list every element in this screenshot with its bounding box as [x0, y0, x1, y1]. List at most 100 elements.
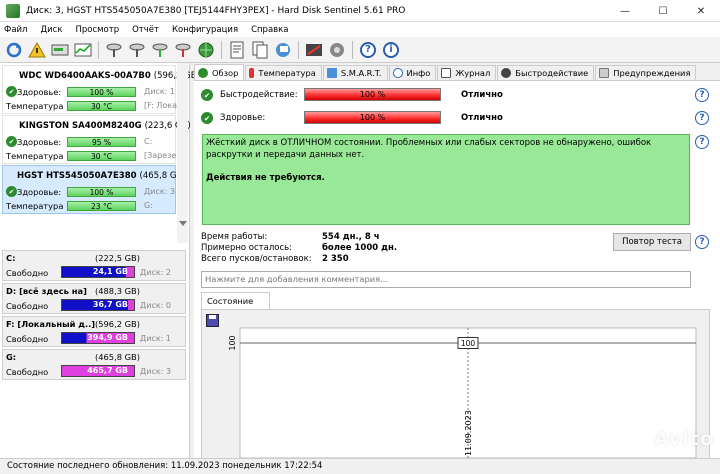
- partition-item[interactable]: G: (465,8 GB) Свободно 465,7 GB Диск: 3: [2, 349, 186, 380]
- tab-performance[interactable]: Быстродействие: [497, 65, 595, 80]
- partition-letter: F: [Локальный д..]: [6, 319, 96, 329]
- menu-disk[interactable]: Диск: [40, 25, 62, 35]
- menu-file[interactable]: Файл: [4, 25, 27, 35]
- partition-item[interactable]: C: (222,5 GB) Свободно 24,1 GB Диск: 2: [2, 250, 186, 281]
- performance-status: Отлично: [461, 90, 503, 100]
- data-point-label: 100: [461, 339, 476, 348]
- disk-info-button[interactable]: [50, 40, 70, 60]
- health-label: Здоровье:: [17, 187, 62, 197]
- menu-configuration[interactable]: Конфигурация: [172, 25, 238, 35]
- partition-disk: Диск: 0: [140, 301, 172, 310]
- tab-overview[interactable]: Обзор: [194, 64, 245, 80]
- menu-report[interactable]: Отчёт: [132, 25, 159, 35]
- partition-size: (488,3 GB): [95, 286, 140, 296]
- temperature-label: Температура: [6, 151, 64, 161]
- toolbar-separator: [221, 40, 222, 59]
- info-icon: [392, 68, 403, 78]
- disk-list-panel: WDC WD6400AAKS-00A7B0 (596,2 GB) ✔ Здоро…: [0, 63, 200, 458]
- report-icon: [230, 41, 244, 58]
- comment-input[interactable]: Нажмите для добавления комментария...: [201, 271, 691, 288]
- maximize-button[interactable]: ☐: [644, 0, 682, 22]
- partition-size: (596,2 GB): [95, 319, 140, 329]
- menu-help[interactable]: Справка: [251, 25, 288, 35]
- summary-text: Жёсткий диск в ОТЛИЧНОМ состоянии. Пробл…: [206, 138, 652, 160]
- performance-button[interactable]: [73, 40, 93, 60]
- remaining-label: Примерно осталось:: [201, 243, 293, 253]
- test-button-2[interactable]: [127, 40, 147, 60]
- minimize-button[interactable]: —: [606, 0, 644, 22]
- help-button[interactable]: ?: [358, 40, 378, 60]
- check-icon: ✔: [6, 86, 17, 97]
- check-icon: [198, 67, 208, 78]
- disk-item[interactable]: WDC WD6400AAKS-00A7B0 (596,2 GB) ✔ Здоро…: [2, 65, 200, 114]
- settings-button[interactable]: [304, 40, 324, 60]
- globe-icon: [198, 42, 214, 57]
- starts-value: 2 350: [322, 254, 349, 264]
- tab-smart[interactable]: S.M.A.R.T.: [322, 65, 388, 80]
- temperature-label: Температура: [6, 201, 64, 211]
- refresh-button[interactable]: [4, 40, 24, 60]
- partition-disk: Диск: 2: [140, 268, 172, 277]
- health-label: Здоровье:: [17, 87, 62, 97]
- retest-button[interactable]: Повтор теста: [613, 233, 691, 251]
- copy-report-button[interactable]: [250, 40, 270, 60]
- tab-health-chart[interactable]: Состояние (%): [201, 292, 270, 322]
- partition-info: [Зарезер: [144, 151, 182, 160]
- tab-journal[interactable]: Журнал: [437, 65, 497, 80]
- free-space-bar: 24,1 GB: [61, 266, 135, 278]
- health-bar: 100 %: [67, 187, 136, 197]
- refresh-icon: [6, 42, 22, 57]
- free-label: Свободно: [6, 268, 49, 278]
- help-icon[interactable]: ?: [695, 135, 709, 149]
- free-space-bar: 36,7 GB: [61, 299, 135, 311]
- tab-info[interactable]: Инфо: [388, 65, 437, 80]
- test-button-3[interactable]: [150, 40, 170, 60]
- status-bar: Состояние последнего обновления: 11.09.2…: [0, 458, 720, 474]
- title-bar: Диск: 3, HGST HTS545050A7E380 [TEJ5144FH…: [0, 0, 720, 22]
- info-button[interactable]: i: [381, 40, 401, 60]
- toolbar: ? i: [0, 37, 720, 63]
- partition-size: (222,5 GB): [95, 253, 140, 263]
- close-button[interactable]: ✕: [682, 0, 720, 22]
- health-status: Отлично: [461, 113, 503, 123]
- report-button[interactable]: [227, 40, 247, 60]
- tab-temperature[interactable]: Температура: [245, 65, 322, 80]
- performance-icon: [501, 68, 512, 78]
- help-icon[interactable]: ?: [695, 235, 709, 249]
- menu-view[interactable]: Просмотр: [75, 25, 119, 35]
- partition-disk: Диск: 3: [140, 367, 172, 376]
- sound-button[interactable]: [327, 40, 347, 60]
- test-icon: [129, 43, 145, 57]
- free-space-bar: 394,9 GB: [61, 332, 135, 344]
- health-bar: 100 %: [304, 111, 441, 124]
- health-chart: 100 100 11.09.2023: [201, 309, 710, 459]
- performance-icon: [74, 43, 92, 56]
- menu-bar: Файл Диск Просмотр Отчёт Конфигурация Сп…: [0, 22, 720, 37]
- help-icon[interactable]: ?: [695, 88, 709, 102]
- disk-name: KINGSTON SA400M8240G: [19, 121, 142, 131]
- web-button[interactable]: [196, 40, 216, 60]
- test-button-4[interactable]: [173, 40, 193, 60]
- free-label: Свободно: [6, 301, 49, 311]
- remaining-value: более 1000 дн.: [322, 243, 398, 253]
- partition-disk: Диск: 1: [140, 334, 172, 343]
- help-icon[interactable]: ?: [695, 111, 709, 125]
- partition-item[interactable]: D: [всё здесь на] (488,3 GB) Свободно 36…: [2, 283, 186, 314]
- disk-number: C:: [144, 137, 153, 146]
- status-description: Жёсткий диск в ОТЛИЧНОМ состоянии. Пробл…: [202, 134, 690, 225]
- disk-item-selected[interactable]: HGST HTS545050A7E380 (465,8 GB) ✔ Здоров…: [2, 165, 186, 214]
- toolbar-separator: [352, 40, 353, 59]
- partition-size: (465,8 GB): [95, 352, 140, 362]
- test-button-1[interactable]: [104, 40, 124, 60]
- settings-icon: [306, 43, 322, 56]
- partition-item[interactable]: F: [Локальный д..] (596,2 GB) Свободно 3…: [2, 316, 186, 347]
- uptime-label: Время работы:: [201, 232, 268, 242]
- disk-item[interactable]: KINGSTON SA400M8240G (223,6 GB) ✔ Здоров…: [2, 115, 191, 164]
- check-icon: ✔: [6, 186, 17, 197]
- tab-warnings[interactable]: Предупреждения: [595, 65, 697, 80]
- alert-button[interactable]: [27, 40, 47, 60]
- send-report-button[interactable]: [273, 40, 293, 60]
- journal-icon: [441, 68, 452, 78]
- partition-info: G:: [144, 201, 153, 210]
- disk-list-scrollbar[interactable]: [177, 63, 188, 243]
